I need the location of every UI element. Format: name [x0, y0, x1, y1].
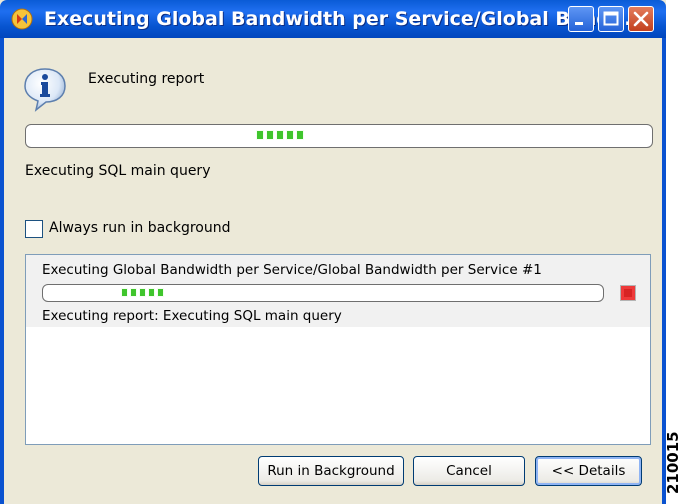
status-detail-label: Executing SQL main query — [25, 163, 211, 179]
maximize-button[interactable] — [598, 6, 624, 32]
maximize-icon — [603, 11, 619, 26]
close-icon — [633, 11, 649, 27]
details-button[interactable]: << Details — [535, 456, 642, 486]
job-progress-bar — [42, 284, 604, 302]
minimize-icon — [575, 22, 583, 25]
main-progress-bar — [25, 124, 653, 148]
executing-report-label: Executing report — [88, 71, 205, 87]
dialog-window: Executing Global Bandwidth per Service/G… — [0, 0, 666, 504]
progress-chunk — [130, 288, 137, 297]
job-row: Executing Global Bandwidth per Service/G… — [26, 255, 650, 327]
job-title: Executing Global Bandwidth per Service/G… — [42, 262, 542, 278]
job-status: Executing report: Executing SQL main que… — [42, 308, 342, 324]
details-panel: Executing Global Bandwidth per Service/G… — [25, 254, 651, 445]
progress-chunk — [286, 130, 294, 140]
run-in-background-button[interactable]: Run in Background — [258, 456, 404, 486]
minimize-button[interactable] — [568, 6, 594, 32]
info-icon — [24, 68, 66, 112]
always-background-label[interactable]: Always run in background — [49, 220, 231, 236]
app-icon — [11, 8, 33, 30]
window-border-left — [0, 38, 4, 504]
progress-chunk — [148, 288, 155, 297]
window-title: Executing Global Bandwidth per Service/G… — [44, 8, 632, 30]
close-button[interactable] — [628, 6, 654, 32]
progress-chunk — [121, 288, 128, 297]
progress-chunk — [256, 130, 264, 140]
progress-chunk — [139, 288, 146, 297]
cancel-button[interactable]: Cancel — [413, 456, 525, 486]
always-background-checkbox[interactable] — [25, 220, 43, 238]
figure-id-label: 210015 — [664, 431, 682, 494]
progress-chunk — [276, 130, 284, 140]
progress-chunk — [296, 130, 304, 140]
progress-chunk — [157, 288, 164, 297]
title-bar[interactable]: Executing Global Bandwidth per Service/G… — [0, 0, 666, 38]
stop-icon[interactable] — [620, 285, 636, 301]
progress-chunk — [266, 130, 274, 140]
